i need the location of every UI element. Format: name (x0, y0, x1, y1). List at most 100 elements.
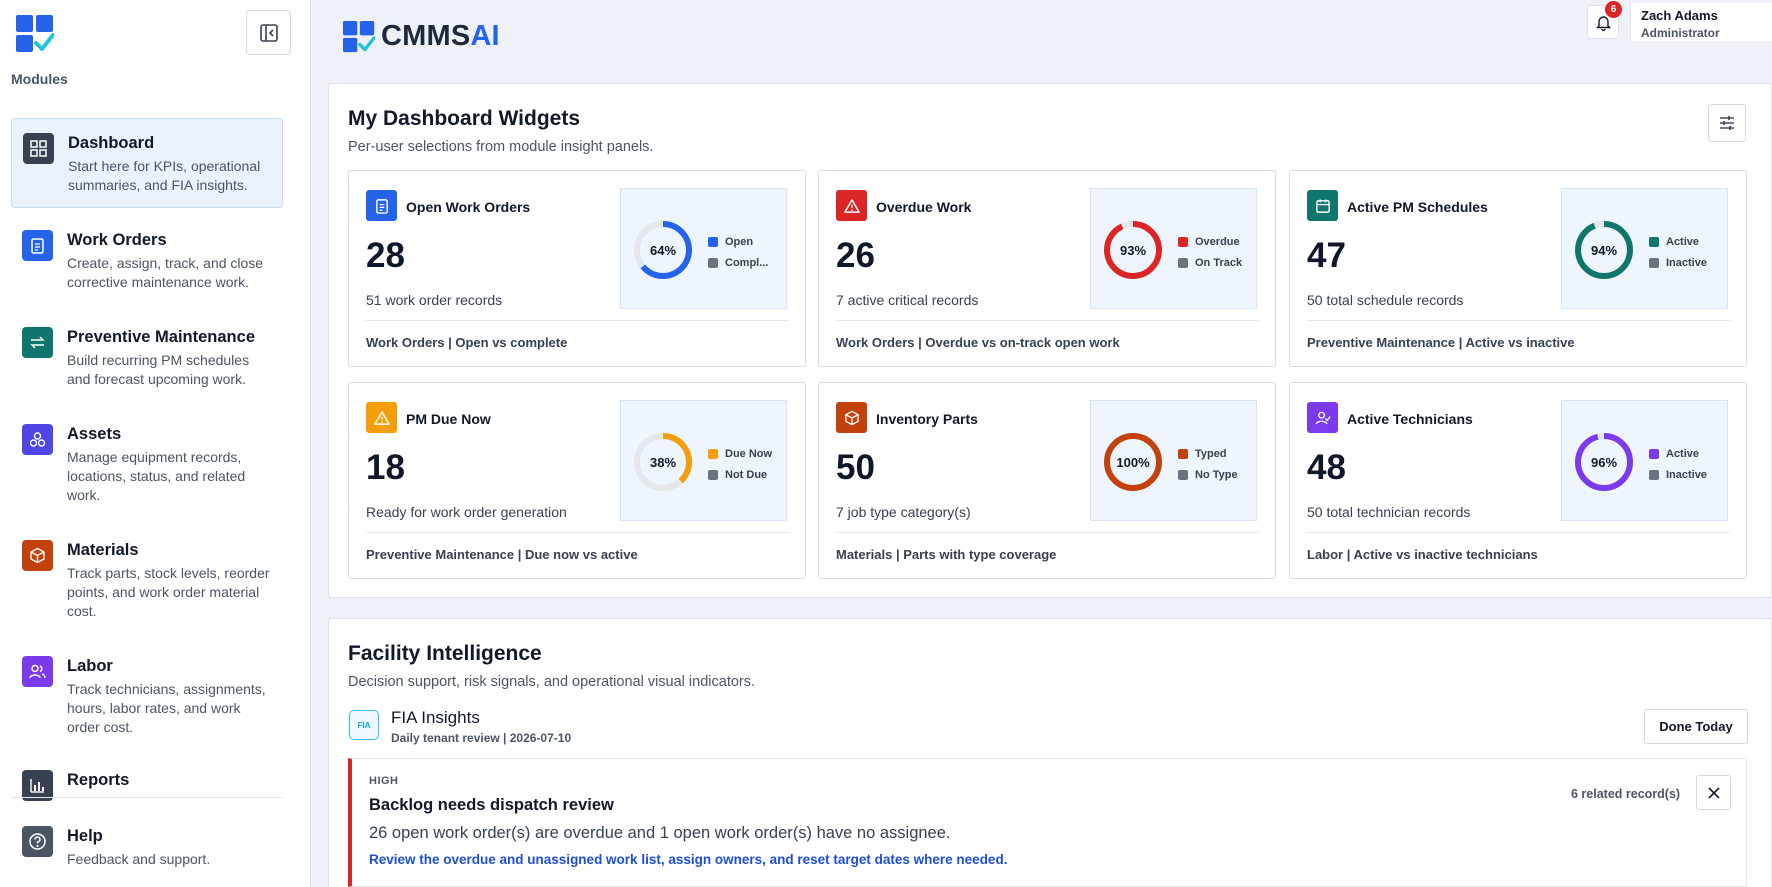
widget-desc: 50 total schedule records (1307, 292, 1464, 308)
widget-divider (836, 532, 1259, 533)
widget-title: Active PM Schedules (1347, 199, 1488, 215)
legend-item: Inactive (1649, 252, 1707, 273)
widget-donut-chart: 100% Typed No Type (1090, 400, 1257, 521)
legend-item: Open (708, 231, 768, 252)
donut-legend: Due Now Not Due (708, 443, 772, 485)
sidebar-item-dashboard[interactable]: Dashboard Start here for KPIs, operation… (11, 118, 283, 208)
users-icon (22, 656, 53, 687)
sidebar-item-title: Preventive Maintenance (67, 328, 255, 346)
widget-divider (1307, 532, 1730, 533)
app-logo-icon (343, 20, 375, 52)
sidebar-item-help[interactable]: Help Feedback and support. (11, 812, 283, 881)
brand-name: CMMSAI (381, 20, 500, 52)
legend-swatch (708, 469, 718, 480)
widget-card[interactable]: Active PM Schedules 47 50 total schedule r… (1289, 170, 1747, 367)
sidebar-item-desc: Manage equipment records, locations, sta… (67, 449, 246, 503)
help-icon (22, 826, 53, 857)
widget-donut-chart: 96% Active Inactive (1561, 400, 1728, 521)
donut-legend: Overdue On Track (1178, 231, 1242, 273)
widget-settings-button[interactable] (1708, 104, 1746, 142)
widget-footer: Preventive Maintenance | Active vs inact… (1307, 335, 1575, 350)
widget-value: 50 (836, 448, 875, 487)
widget-donut-chart: 38% Due Now Not Due (620, 400, 787, 521)
done-today-button[interactable]: Done Today (1644, 709, 1748, 744)
user-menu[interactable]: Zach Adams Administrator (1630, 3, 1772, 41)
legend-swatch (708, 257, 718, 268)
legend-swatch (1649, 469, 1659, 480)
alert-action-link[interactable]: Review the overdue and unassigned work l… (369, 852, 1007, 867)
widget-desc: Ready for work order generation (366, 504, 567, 520)
legend-swatch (1649, 448, 1659, 459)
collapse-sidebar-button[interactable] (246, 10, 291, 55)
donut-percent: 100% (1116, 454, 1150, 470)
donut-legend: Typed No Type (1178, 443, 1238, 485)
donut-percent: 94% (1590, 242, 1618, 258)
dismiss-alert-button[interactable] (1696, 775, 1731, 810)
facility-title: Facility Intelligence (348, 642, 542, 665)
sidebar-item-work-orders[interactable]: Work Orders Create, assign, track, and c… (11, 216, 283, 304)
sidebar-item-title: Help (67, 827, 103, 845)
donut-legend: Open Compl... (708, 231, 768, 273)
legend-item: No Type (1178, 464, 1238, 485)
widget-card[interactable]: PM Due Now 18 Ready for work order generat… (348, 382, 806, 579)
sidebar-item-preventive-maintenance[interactable]: Preventive Maintenance Build recurring P… (11, 313, 283, 401)
refresh-icon (22, 327, 53, 358)
widget-donut-chart: 93% Overdue On Track (1090, 188, 1257, 309)
insight-alert: HIGH Backlog needs dispatch review 26 op… (348, 758, 1747, 887)
sidebar-item-desc: Feedback and support. (67, 851, 211, 867)
sidebar-item-desc: Create, assign, track, and close correct… (67, 255, 264, 290)
legend-item: Active (1649, 231, 1707, 252)
widget-footer: Work Orders | Overdue vs on-track open w… (836, 335, 1120, 350)
brand[interactable]: CMMSAI (343, 20, 500, 53)
sliders-icon (1720, 116, 1734, 130)
calendar-icon (1307, 190, 1338, 221)
legend-swatch (1178, 448, 1188, 459)
notification-badge: 6 (1605, 1, 1622, 18)
alert-body: 26 open work order(s) are overdue and 1 … (369, 824, 951, 842)
widget-card[interactable]: Overdue Work 26 7 active critical records W… (818, 170, 1276, 367)
widget-title: Open Work Orders (406, 199, 531, 215)
widget-title: Inventory Parts (876, 411, 978, 427)
sidebar-item-labor[interactable]: Labor Track technicians, assignments, ho… (11, 642, 283, 749)
widget-value: 18 (366, 448, 405, 487)
sidebar-item-materials[interactable]: Materials Track parts, stock levels, reo… (11, 526, 283, 633)
collapse-icon (259, 23, 278, 42)
widget-card[interactable]: Open Work Orders 28 51 work order records W… (348, 170, 806, 367)
app-logo-icon (16, 15, 54, 52)
widget-title: PM Due Now (406, 411, 491, 427)
box-icon (836, 402, 867, 433)
donut-legend: Active Inactive (1649, 443, 1707, 485)
legend-item: Overdue (1178, 231, 1242, 252)
widget-donut-chart: 64% Open Compl... (620, 188, 787, 309)
widget-title: Overdue Work (876, 199, 972, 215)
user-name: Zach Adams (1641, 8, 1718, 23)
legend-item: Typed (1178, 443, 1238, 464)
assets-icon (22, 424, 53, 455)
fia-icon: FIA (349, 710, 379, 740)
related-records-link[interactable]: 6 related record(s) (1571, 787, 1680, 801)
modules-label: Modules (11, 71, 68, 87)
legend-swatch (708, 448, 718, 459)
warning-icon (366, 402, 397, 433)
legend-item: Compl... (708, 252, 768, 273)
widget-value: 48 (1307, 448, 1346, 487)
widget-divider (1307, 320, 1730, 321)
widget-card[interactable]: Inventory Parts 50 7 job type category(s) M… (818, 382, 1276, 579)
widget-title: Active Technicians (1347, 411, 1473, 427)
legend-item: Inactive (1649, 464, 1707, 485)
legend-item: Due Now (708, 443, 772, 464)
donut-percent: 93% (1119, 242, 1147, 258)
legend-swatch (1649, 257, 1659, 268)
sidebar-item-title: Assets (67, 425, 122, 443)
sidebar-item-desc: Start here for KPIs, operational summari… (68, 158, 261, 193)
widget-divider (366, 532, 789, 533)
widget-value: 47 (1307, 236, 1346, 275)
donut-percent: 38% (649, 454, 677, 470)
fia-subtitle: Daily tenant review | 2026-07-10 (391, 731, 572, 745)
widget-footer: Preventive Maintenance | Due now vs acti… (366, 547, 638, 562)
sidebar-item-assets[interactable]: Assets Manage equipment records, locatio… (11, 410, 283, 517)
legend-swatch (1178, 469, 1188, 480)
close-icon (1707, 786, 1720, 799)
widget-card[interactable]: Active Technicians 48 50 total technician … (1289, 382, 1747, 579)
sidebar-item-reports[interactable]: Reports (11, 756, 283, 813)
